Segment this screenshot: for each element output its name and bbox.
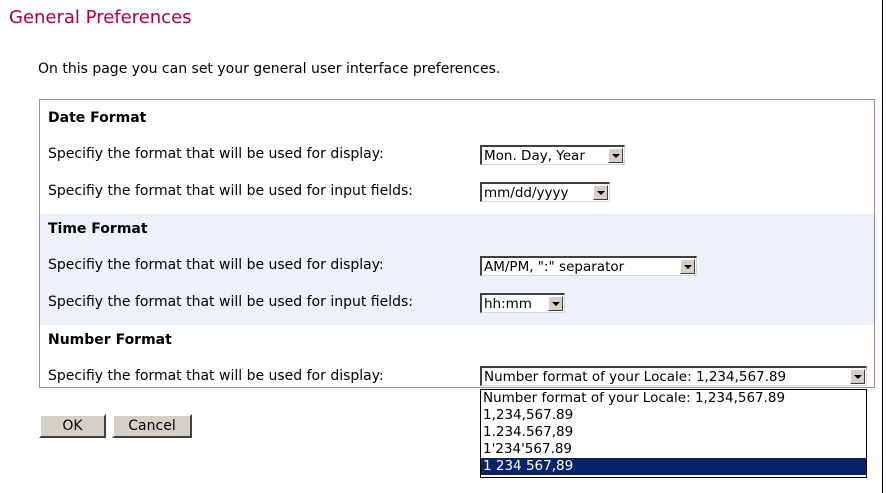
time-input-value: hh:mm	[484, 295, 532, 312]
chevron-down-icon[interactable]	[680, 259, 695, 274]
date-display-value: Mon. Day, Year	[484, 147, 585, 164]
dropdown-option[interactable]: 1.234.567,89	[481, 424, 866, 441]
ok-button[interactable]: OK	[39, 414, 106, 438]
cancel-button[interactable]: Cancel	[112, 414, 192, 438]
number-format-heading: Number Format	[48, 332, 172, 348]
time-input-label: Specifiy the format that will be used fo…	[48, 294, 414, 310]
chevron-down-icon[interactable]	[548, 296, 563, 311]
date-input-label: Specifiy the format that will be used fo…	[48, 183, 414, 199]
chevron-down-icon[interactable]	[850, 369, 865, 384]
dropdown-option[interactable]: 1'234'567.89	[481, 441, 866, 458]
time-input-select[interactable]: hh:mm	[480, 293, 565, 313]
time-format-heading: Time Format	[48, 221, 148, 237]
page-title: General Preferences	[9, 7, 192, 28]
dropdown-option[interactable]: 1 234 567,89	[481, 458, 866, 475]
date-display-label: Specifiy the format that will be used fo…	[48, 146, 384, 162]
time-display-value: AM/PM, ":" separator	[484, 258, 625, 275]
number-display-label: Specifiy the format that will be used fo…	[48, 368, 384, 384]
date-format-heading: Date Format	[48, 110, 147, 126]
number-display-select[interactable]: Number format of your Locale: 1,234,567.…	[480, 366, 867, 386]
intro-text: On this page you can set your general us…	[38, 61, 501, 77]
number-format-dropdown-list[interactable]: Number format of your Locale: 1,234,567.…	[480, 389, 867, 478]
number-display-value: Number format of your Locale: 1,234,567.…	[484, 368, 787, 385]
dropdown-option[interactable]: Number format of your Locale: 1,234,567.…	[481, 390, 866, 407]
date-input-value: mm/dd/yyyy	[484, 184, 569, 201]
dropdown-option[interactable]: 1,234,567.89	[481, 407, 866, 424]
chevron-down-icon[interactable]	[608, 148, 623, 163]
date-display-select[interactable]: Mon. Day, Year	[480, 145, 625, 165]
date-input-select[interactable]: mm/dd/yyyy	[480, 182, 610, 202]
page-right-border	[882, 0, 883, 493]
chevron-down-icon[interactable]	[593, 185, 608, 200]
time-display-select[interactable]: AM/PM, ":" separator	[480, 256, 697, 276]
time-display-label: Specifiy the format that will be used fo…	[48, 257, 384, 273]
